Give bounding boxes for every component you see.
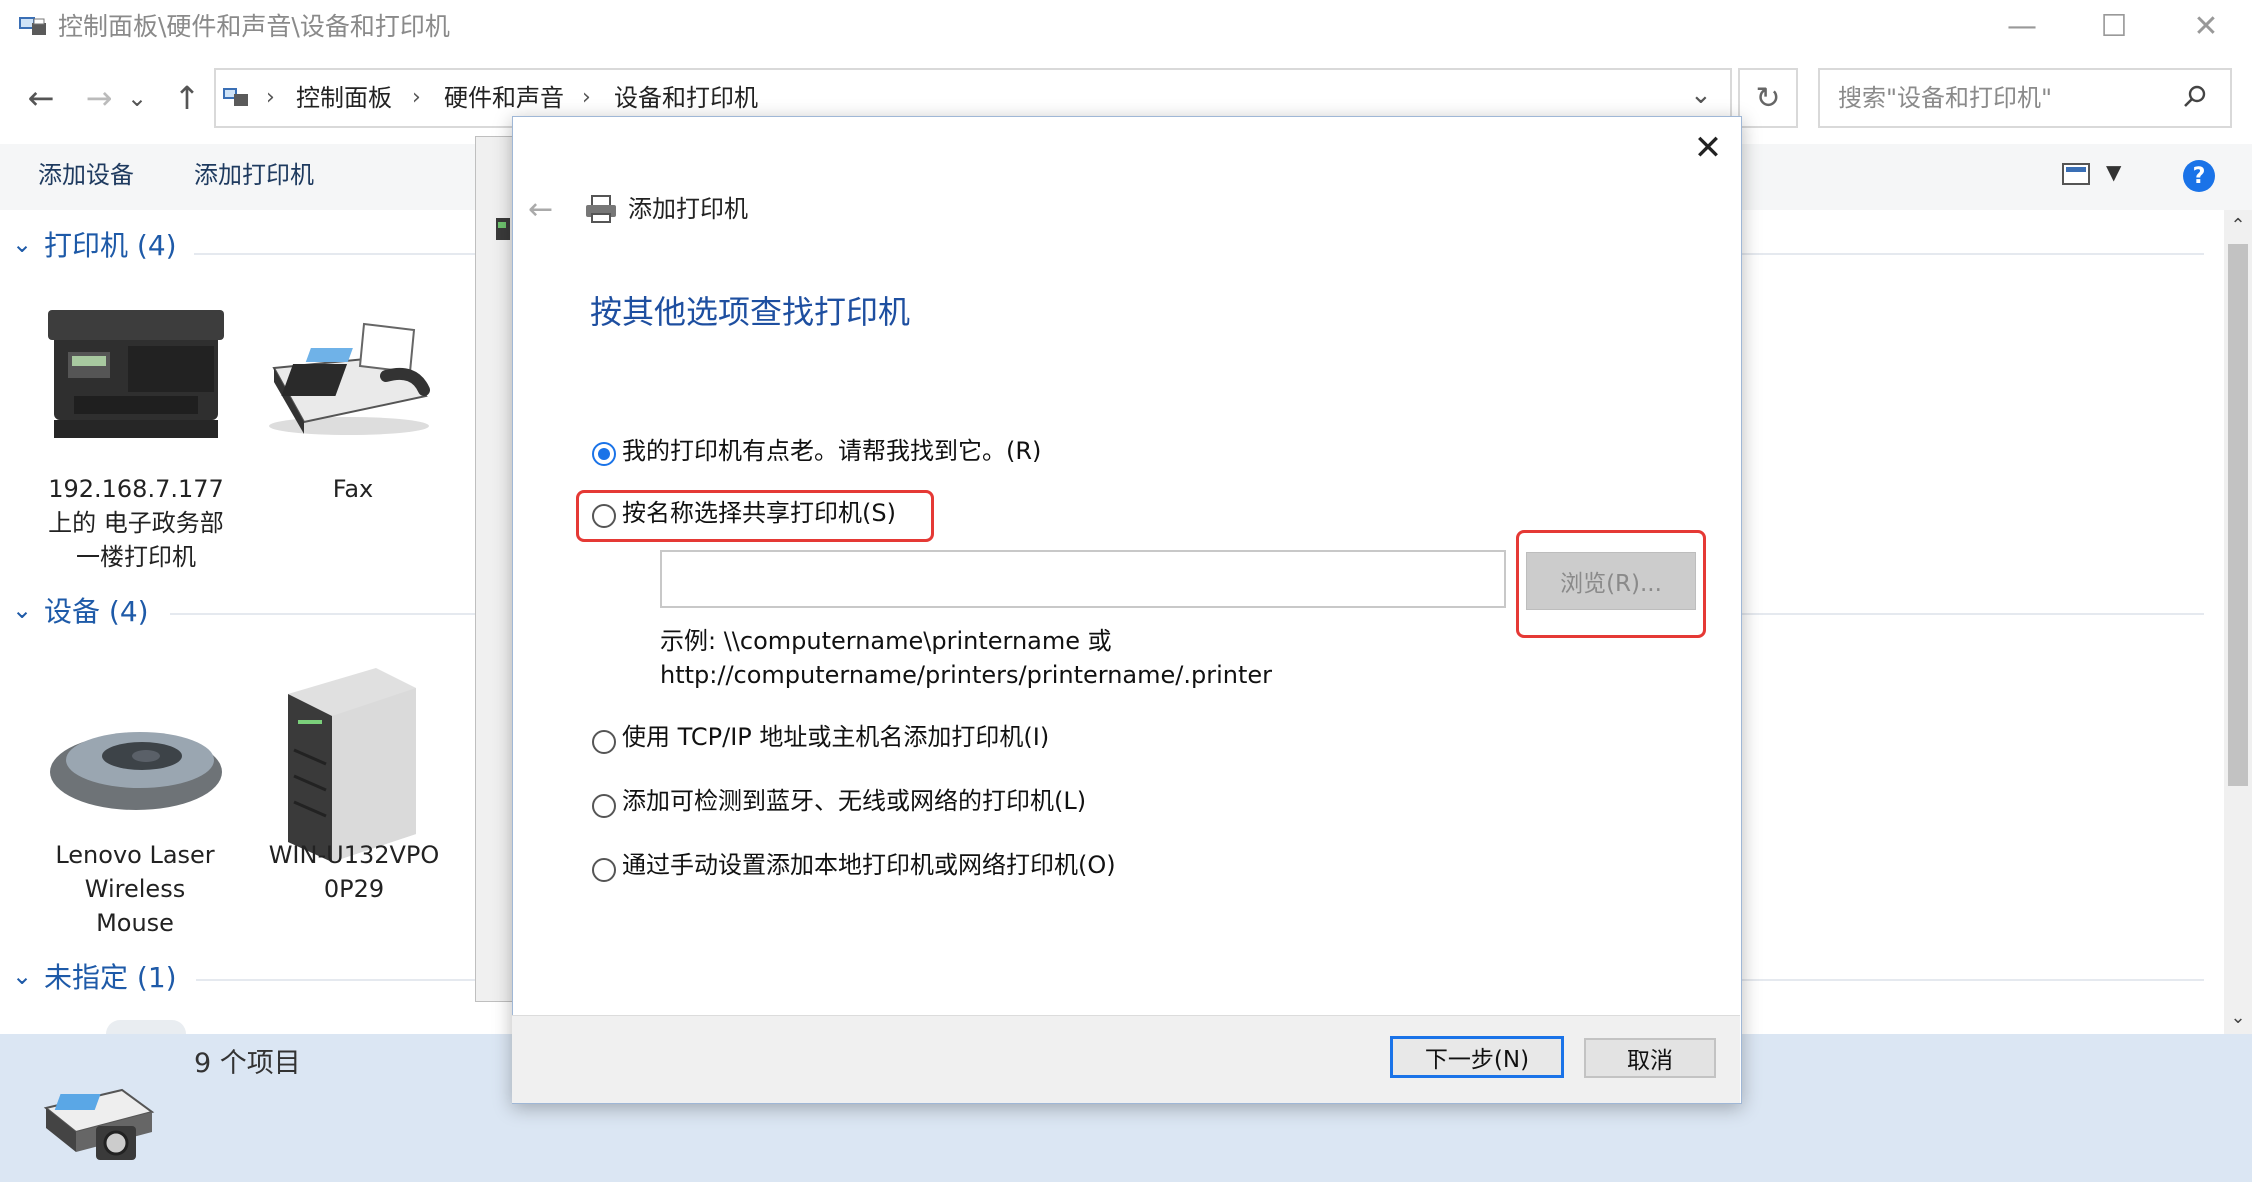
dialog-heading: 按其他选项查找打印机 xyxy=(590,293,911,331)
option-label[interactable]: 添加可检测到蓝牙、无线或网络的打印机(L) xyxy=(622,784,1086,818)
device-label[interactable]: WIN-U132VPO 0P29 xyxy=(254,838,454,906)
address-dropdown-icon[interactable]: ⌄ xyxy=(1690,80,1712,110)
scroll-up-icon[interactable]: ⌃ xyxy=(2224,212,2252,240)
search-icon[interactable] xyxy=(2182,84,2208,110)
cancel-button[interactable]: 取消 xyxy=(1584,1038,1716,1078)
breadcrumb-devices-printers[interactable]: 设备和打印机 xyxy=(614,82,758,114)
partial-device-icon xyxy=(106,1020,186,1034)
device-label[interactable]: 192.168.7.177 上的 电子政务部 一楼打印机 xyxy=(14,472,258,574)
fax-icon[interactable] xyxy=(264,312,434,438)
add-device-button[interactable]: 添加设备 xyxy=(38,158,134,192)
mouse-icon[interactable] xyxy=(46,714,226,814)
example-line-1: 示例: \\computername\printername 或 xyxy=(660,627,1112,655)
recent-locations-button[interactable]: ⌄ xyxy=(124,70,150,126)
scrollbar-thumb[interactable] xyxy=(2228,244,2248,786)
breadcrumb-hardware-sound[interactable]: 硬件和声音 xyxy=(444,82,564,114)
option-label[interactable]: 我的打印机有点老。请帮我找到它。(R) xyxy=(622,434,1041,468)
maximize-button[interactable]: ☐ xyxy=(2068,0,2160,52)
breadcrumb-separator: › xyxy=(582,85,591,110)
radio-bluetooth-wireless[interactable] xyxy=(592,794,616,818)
window-title: 控制面板\硬件和声音\设备和打印机 xyxy=(58,12,450,41)
device-label[interactable]: Lenovo Laser Wireless Mouse xyxy=(22,838,248,940)
next-button[interactable]: 下一步(N) xyxy=(1390,1036,1564,1078)
help-icon[interactable]: ? xyxy=(2183,160,2215,192)
search-placeholder: 搜索"设备和打印机" xyxy=(1838,84,2053,112)
chevron-down-icon[interactable]: ⌄ xyxy=(12,962,32,990)
scroll-down-icon[interactable]: ⌄ xyxy=(2224,1004,2252,1032)
radio-shared-printer[interactable] xyxy=(592,504,616,528)
group-devices-header[interactable]: 设备 (4) xyxy=(44,594,149,630)
devices-printers-large-icon xyxy=(40,1068,158,1168)
back-button[interactable]: ← xyxy=(18,70,64,126)
add-printer-button[interactable]: 添加打印机 xyxy=(194,158,314,192)
close-window-button[interactable]: ✕ xyxy=(2160,0,2252,52)
example-line-2: http://computername/printers/printername… xyxy=(660,661,1273,689)
view-dropdown-icon[interactable]: ▼ xyxy=(2106,160,2121,184)
radio-manual-local[interactable] xyxy=(592,858,616,882)
radio-old-printer[interactable] xyxy=(592,442,616,466)
refresh-button[interactable]: ↻ xyxy=(1738,68,1798,128)
browse-button[interactable]: 浏览(R)... xyxy=(1526,552,1696,610)
background-window-icon xyxy=(494,214,512,244)
breadcrumb-control-panel[interactable]: 控制面板 xyxy=(296,82,392,114)
devices-printers-icon xyxy=(18,13,48,39)
share-name-input[interactable] xyxy=(660,550,1506,608)
dialog-title: 添加打印机 xyxy=(628,195,748,223)
computer-tower-icon[interactable] xyxy=(284,658,420,864)
option-label[interactable]: 通过手动设置添加本地打印机或网络打印机(O) xyxy=(622,848,1116,882)
group-printers-header[interactable]: 打印机 (4) xyxy=(44,228,177,264)
forward-button[interactable]: → xyxy=(76,70,122,126)
dialog-close-button[interactable]: ✕ xyxy=(1686,126,1730,170)
breadcrumb-separator: › xyxy=(412,85,421,110)
up-button[interactable]: ↑ xyxy=(164,70,210,126)
group-unspecified-header[interactable]: 未指定 (1) xyxy=(44,960,177,996)
printer-icon xyxy=(584,194,618,224)
device-label[interactable]: Fax xyxy=(262,472,444,506)
chevron-down-icon[interactable]: ⌄ xyxy=(12,230,32,258)
view-options-icon[interactable] xyxy=(2062,162,2092,186)
chevron-down-icon[interactable]: ⌄ xyxy=(12,596,32,624)
radio-tcpip[interactable] xyxy=(592,730,616,754)
breadcrumb-separator: › xyxy=(266,85,275,110)
location-icon xyxy=(222,84,250,110)
item-count: 9 个项目 xyxy=(194,1048,301,1079)
option-label[interactable]: 按名称选择共享打印机(S) xyxy=(622,496,896,530)
mfp-printer-icon[interactable] xyxy=(44,300,228,446)
dialog-back-button[interactable]: ← xyxy=(528,192,553,227)
background-window-edge xyxy=(475,136,517,1002)
minimize-button[interactable]: — xyxy=(1976,0,2068,52)
option-label[interactable]: 使用 TCP/IP 地址或主机名添加打印机(I) xyxy=(622,720,1049,754)
